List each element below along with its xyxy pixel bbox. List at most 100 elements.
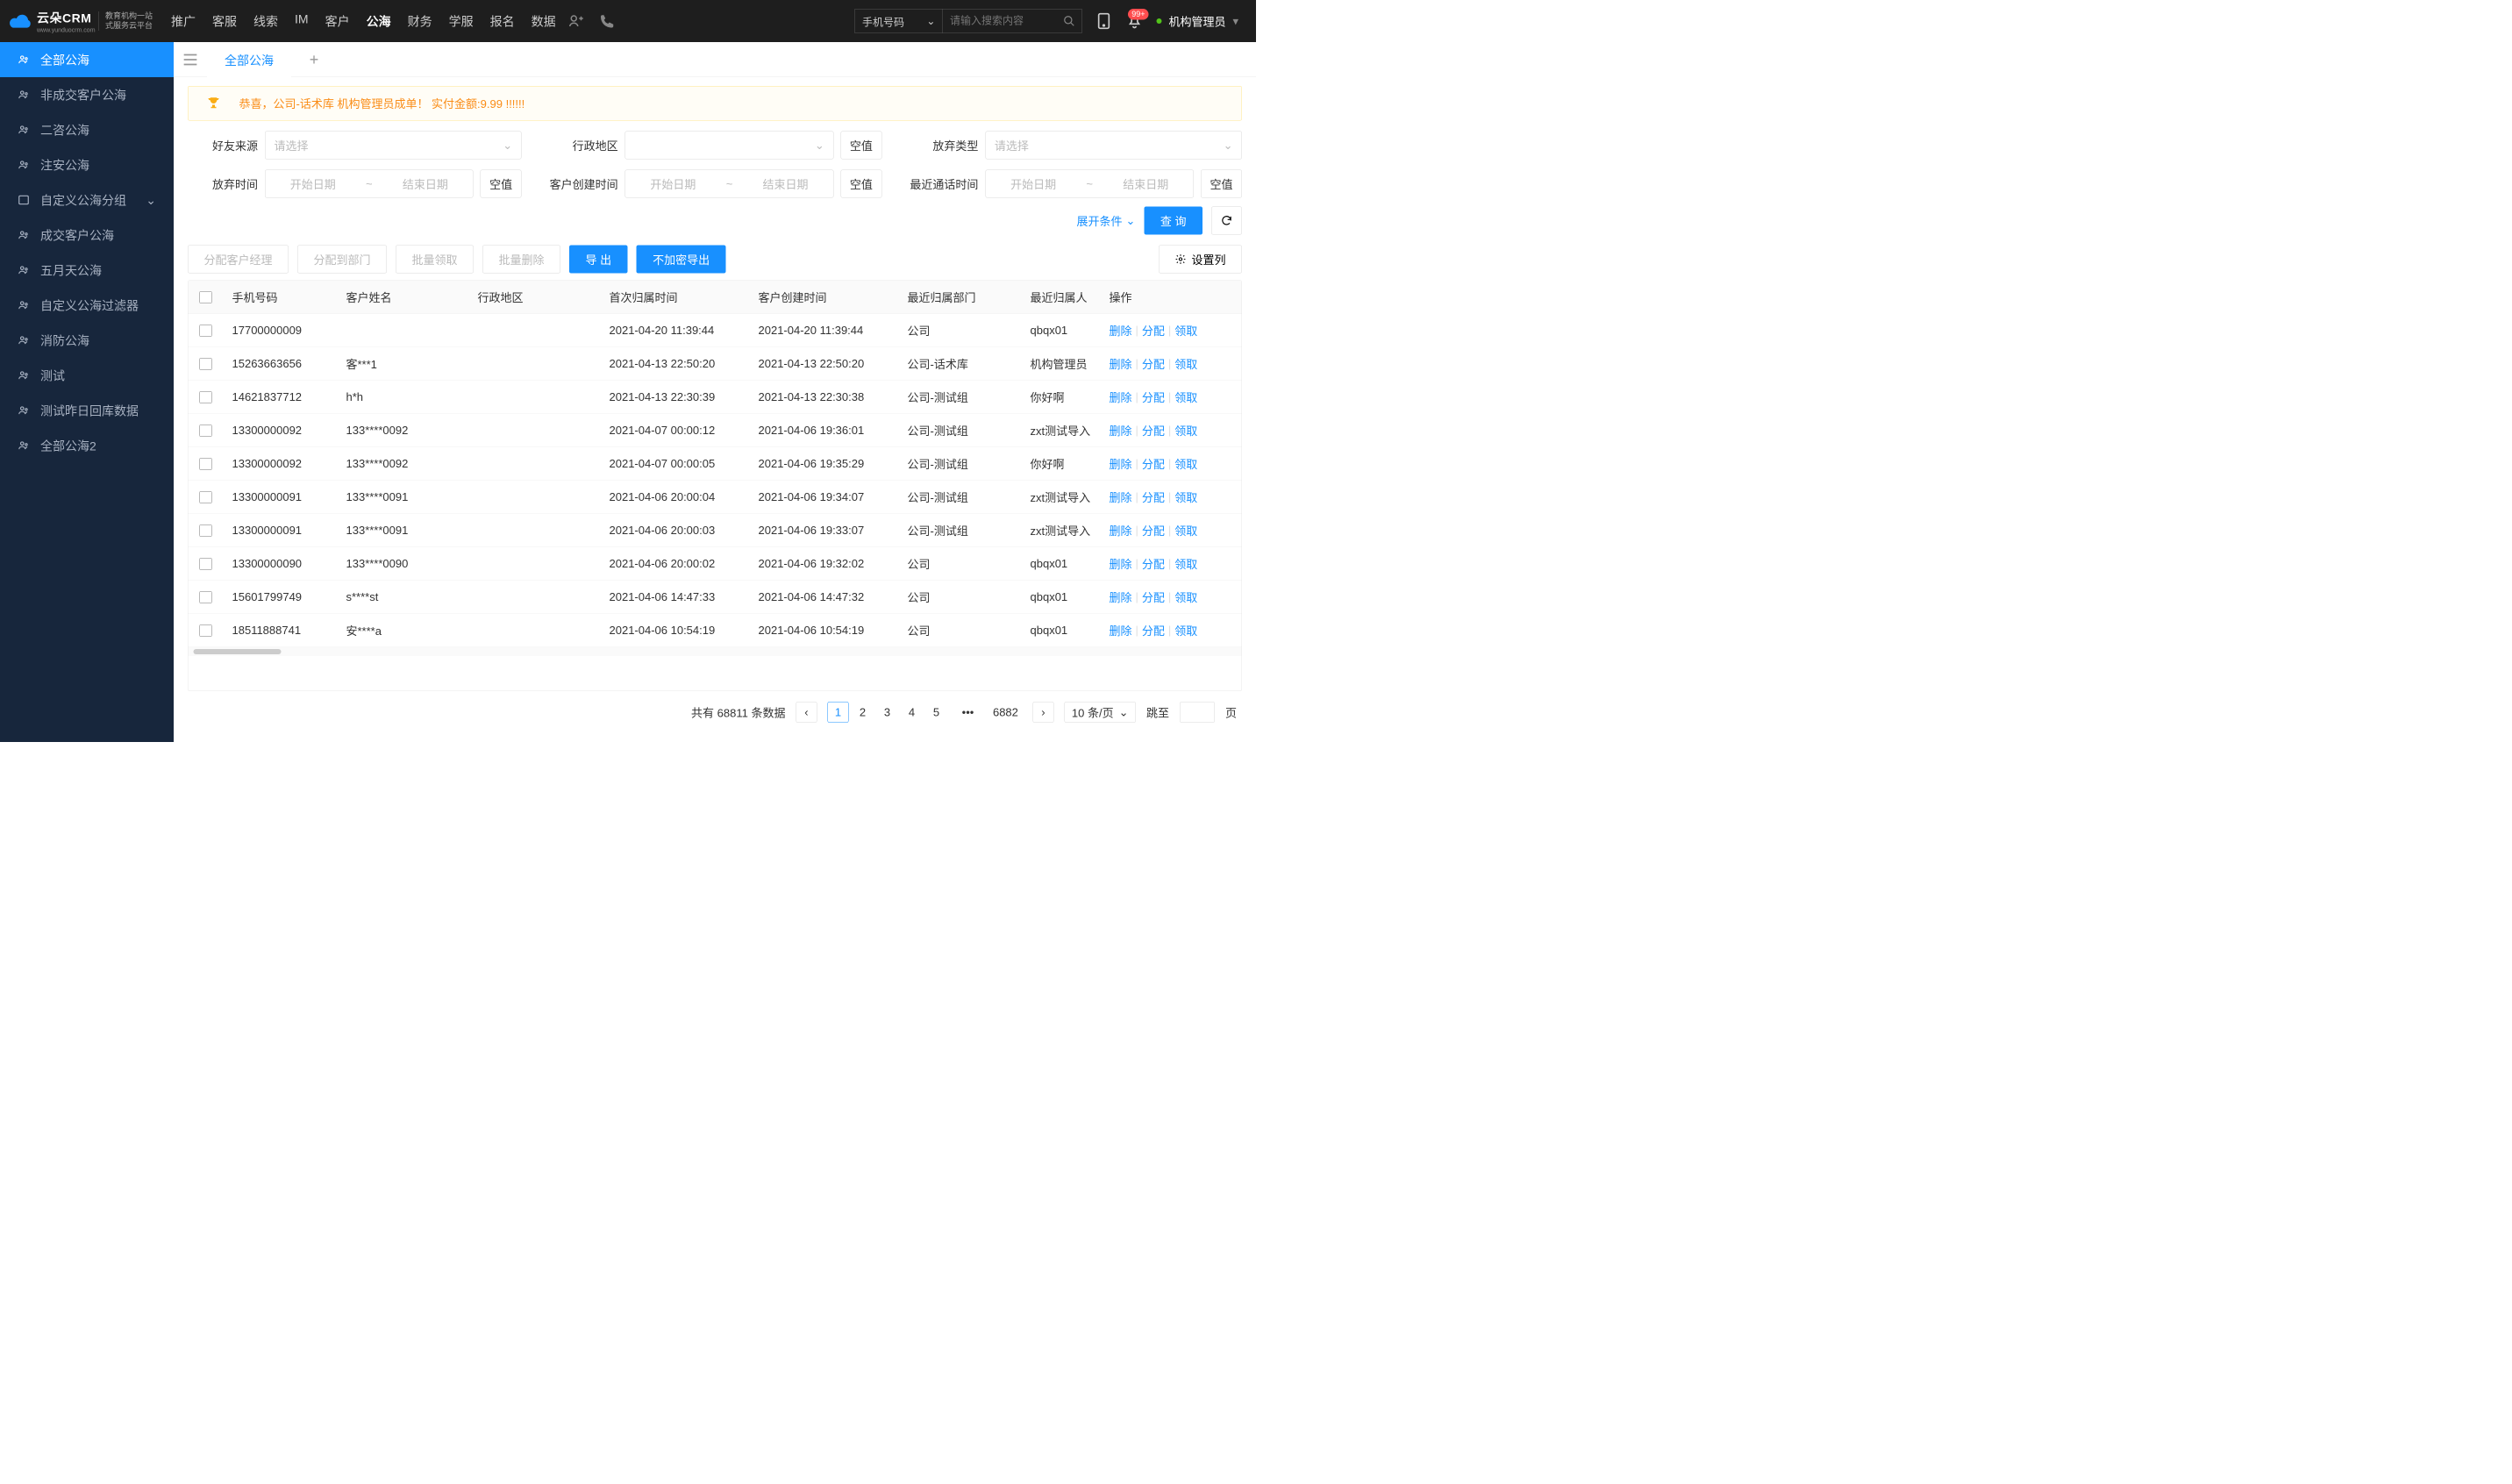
page-2[interactable]: 2 (852, 702, 873, 723)
row-delete-link[interactable]: 删除 (1110, 356, 1132, 373)
sidebar-item-自定义公海分组[interactable]: 自定义公海分组⌄ (0, 182, 174, 218)
nav-item-学服[interactable]: 学服 (447, 9, 475, 33)
assign-dept-button[interactable]: 分配到部门 (297, 246, 387, 274)
prev-page-button[interactable]: ‹ (796, 702, 817, 723)
sidebar-item-消防公海[interactable]: 消防公海 (0, 323, 174, 358)
sidebar-item-全部公海2[interactable]: 全部公海2 (0, 428, 174, 463)
nav-item-公海[interactable]: 公海 (365, 9, 393, 33)
nav-item-财务[interactable]: 财务 (406, 9, 434, 33)
next-page-button[interactable]: › (1032, 702, 1053, 723)
row-assign-link[interactable]: 分配 (1142, 589, 1165, 606)
row-claim-link[interactable]: 领取 (1174, 523, 1197, 539)
row-claim-link[interactable]: 领取 (1174, 323, 1197, 339)
batch-delete-button[interactable]: 批量删除 (482, 246, 560, 274)
null-value-button[interactable]: 空值 (840, 170, 881, 198)
list-icon[interactable] (181, 50, 200, 69)
sidebar-item-五月天公海[interactable]: 五月天公海 (0, 253, 174, 288)
export-plain-button[interactable]: 不加密导出 (637, 246, 726, 274)
refresh-button[interactable] (1211, 207, 1242, 235)
page-4[interactable]: 4 (901, 702, 922, 723)
row-checkbox[interactable] (200, 558, 212, 570)
sidebar-item-非成交客户公海[interactable]: 非成交客户公海 (0, 77, 174, 112)
search-button[interactable] (1057, 9, 1081, 33)
abandon-time-range[interactable]: 开始日期~结束日期 (265, 170, 474, 198)
tablet-icon[interactable] (1095, 12, 1112, 30)
row-delete-link[interactable]: 删除 (1110, 423, 1132, 439)
row-claim-link[interactable]: 领取 (1174, 356, 1197, 373)
row-delete-link[interactable]: 删除 (1110, 489, 1132, 506)
row-claim-link[interactable]: 领取 (1174, 489, 1197, 506)
search-type-select[interactable]: 手机号码 ⌄ (855, 10, 943, 33)
row-assign-link[interactable]: 分配 (1142, 523, 1165, 539)
row-delete-link[interactable]: 删除 (1110, 589, 1132, 606)
phone-icon[interactable] (600, 13, 616, 29)
row-checkbox[interactable] (200, 591, 212, 603)
nav-item-客户[interactable]: 客户 (324, 9, 352, 33)
settings-columns-button[interactable]: 设置列 (1159, 246, 1242, 274)
row-assign-link[interactable]: 分配 (1142, 456, 1165, 473)
row-checkbox[interactable] (200, 391, 212, 403)
row-assign-link[interactable]: 分配 (1142, 356, 1165, 373)
sidebar-item-注安公海[interactable]: 注安公海 (0, 147, 174, 182)
user-menu[interactable]: 机构管理员 ▾ (1156, 13, 1238, 30)
row-checkbox[interactable] (200, 524, 212, 537)
assign-manager-button[interactable]: 分配客户经理 (188, 246, 289, 274)
row-claim-link[interactable]: 领取 (1174, 623, 1197, 639)
page-3[interactable]: 3 (876, 702, 897, 723)
row-checkbox[interactable] (200, 358, 212, 370)
abandon-type-select[interactable]: 请选择⌄ (985, 132, 1242, 160)
last-page-button[interactable]: 6882 (988, 702, 1022, 723)
page-size-select[interactable]: 10 条/页⌄ (1064, 702, 1136, 723)
friend-source-select[interactable]: 请选择⌄ (265, 132, 522, 160)
sidebar-item-成交客户公海[interactable]: 成交客户公海 (0, 218, 174, 253)
sidebar-item-测试[interactable]: 测试 (0, 358, 174, 393)
select-all-checkbox[interactable] (200, 291, 212, 303)
row-delete-link[interactable]: 删除 (1110, 456, 1132, 473)
nav-item-线索[interactable]: 线索 (252, 9, 280, 33)
page-1[interactable]: 1 (827, 702, 848, 723)
row-assign-link[interactable]: 分配 (1142, 623, 1165, 639)
row-delete-link[interactable]: 删除 (1110, 556, 1132, 573)
row-assign-link[interactable]: 分配 (1142, 423, 1165, 439)
page-5[interactable]: 5 (925, 702, 946, 723)
row-checkbox[interactable] (200, 624, 212, 637)
last-call-time-range[interactable]: 开始日期~结束日期 (985, 170, 1194, 198)
search-input[interactable] (943, 10, 1057, 33)
nav-item-推广[interactable]: 推广 (169, 9, 197, 33)
add-user-icon[interactable] (568, 13, 584, 29)
nav-item-报名[interactable]: 报名 (489, 9, 517, 33)
tab-all-sea[interactable]: 全部公海 (207, 42, 291, 77)
row-delete-link[interactable]: 删除 (1110, 323, 1132, 339)
jump-page-input[interactable] (1180, 702, 1215, 723)
row-assign-link[interactable]: 分配 (1142, 389, 1165, 406)
row-claim-link[interactable]: 领取 (1174, 589, 1197, 606)
row-claim-link[interactable]: 领取 (1174, 456, 1197, 473)
row-claim-link[interactable]: 领取 (1174, 423, 1197, 439)
admin-region-select[interactable]: ⌄ (625, 132, 834, 160)
sidebar-item-二咨公海[interactable]: 二咨公海 (0, 112, 174, 147)
row-assign-link[interactable]: 分配 (1142, 489, 1165, 506)
row-assign-link[interactable]: 分配 (1142, 556, 1165, 573)
batch-claim-button[interactable]: 批量领取 (396, 246, 474, 274)
sidebar-item-全部公海[interactable]: 全部公海 (0, 42, 174, 77)
row-checkbox[interactable] (200, 425, 212, 437)
null-value-button[interactable]: 空值 (481, 170, 522, 198)
row-claim-link[interactable]: 领取 (1174, 556, 1197, 573)
null-value-button[interactable]: 空值 (840, 132, 881, 160)
query-button[interactable]: 查 询 (1144, 207, 1202, 235)
nav-item-IM[interactable]: IM (293, 9, 310, 33)
sidebar-item-测试昨日回库数据[interactable]: 测试昨日回库数据 (0, 393, 174, 428)
sidebar-item-自定义公海过滤器[interactable]: 自定义公海过滤器 (0, 288, 174, 323)
row-assign-link[interactable]: 分配 (1142, 323, 1165, 339)
logo[interactable]: 云朵CRM www.yunduocrm.com 教育机构一站式服务云平台 (9, 9, 153, 33)
row-checkbox[interactable] (200, 325, 212, 337)
tab-add-button[interactable]: + (304, 50, 324, 69)
row-claim-link[interactable]: 领取 (1174, 389, 1197, 406)
nav-item-数据[interactable]: 数据 (530, 9, 558, 33)
nav-item-客服[interactable]: 客服 (211, 9, 239, 33)
expand-filters-link[interactable]: 展开条件 ⌄ (1076, 212, 1135, 229)
row-delete-link[interactable]: 删除 (1110, 389, 1132, 406)
row-checkbox[interactable] (200, 491, 212, 503)
customer-create-time-range[interactable]: 开始日期~结束日期 (625, 170, 834, 198)
row-checkbox[interactable] (200, 458, 212, 470)
